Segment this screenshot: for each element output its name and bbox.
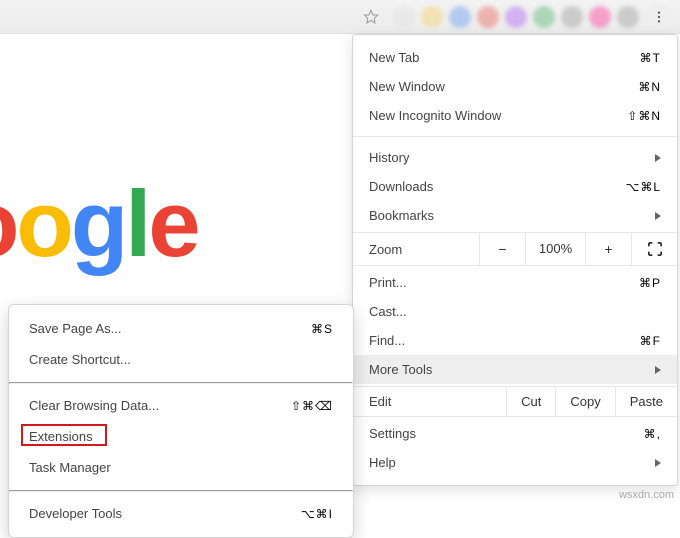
browser-toolbar <box>0 0 680 34</box>
menu-item-new-window[interactable]: New Window ⌘N <box>353 72 677 101</box>
zoom-out-button[interactable]: − <box>479 233 525 265</box>
submenu-caret-icon <box>655 212 661 220</box>
extension-icon[interactable] <box>477 6 499 28</box>
menu-item-find[interactable]: Find... ⌘F <box>353 326 677 355</box>
menu-item-new-tab[interactable]: New Tab ⌘T <box>353 43 677 72</box>
edit-paste-button[interactable]: Paste <box>615 387 677 416</box>
extension-icon[interactable] <box>505 6 527 28</box>
submenu-caret-icon <box>655 154 661 162</box>
menu-item-bookmarks[interactable]: Bookmarks <box>353 201 677 230</box>
watermark: wsxdn.com <box>619 489 674 501</box>
submenu-item-extensions[interactable]: Extensions <box>9 421 353 452</box>
menu-item-history[interactable]: History <box>353 143 677 172</box>
profile-avatar-icon[interactable] <box>617 6 639 28</box>
extension-icon[interactable] <box>449 6 471 28</box>
submenu-item-task-manager[interactable]: Task Manager <box>9 452 353 483</box>
extension-icon[interactable] <box>393 6 415 28</box>
edit-cut-button[interactable]: Cut <box>506 387 555 416</box>
submenu-item-clear-data[interactable]: Clear Browsing Data... ⇧⌘⌫ <box>9 390 353 421</box>
bookmark-star-icon[interactable] <box>360 6 382 28</box>
menu-item-print[interactable]: Print... ⌘P <box>353 268 677 297</box>
submenu-item-save-page[interactable]: Save Page As... ⌘S <box>9 313 353 344</box>
chrome-main-menu: New Tab ⌘T New Window ⌘N New Incognito W… <box>352 34 678 486</box>
more-tools-submenu: Save Page As... ⌘S Create Shortcut... Cl… <box>8 304 354 538</box>
zoom-value: 100% <box>525 233 585 265</box>
kebab-menu-icon[interactable] <box>646 4 672 30</box>
submenu-caret-icon <box>655 459 661 467</box>
menu-item-incognito[interactable]: New Incognito Window ⇧⌘N <box>353 101 677 130</box>
extension-icon[interactable] <box>533 6 555 28</box>
menu-item-cast[interactable]: Cast... <box>353 297 677 326</box>
submenu-item-developer-tools[interactable]: Developer Tools ⌥⌘I <box>9 498 353 529</box>
extension-icon[interactable] <box>561 6 583 28</box>
submenu-item-create-shortcut[interactable]: Create Shortcut... <box>9 344 353 375</box>
zoom-label: Zoom <box>353 235 479 264</box>
edit-label: Edit <box>353 387 506 416</box>
menu-item-more-tools[interactable]: More Tools <box>353 355 677 384</box>
extension-icon[interactable] <box>589 6 611 28</box>
menu-item-downloads[interactable]: Downloads ⌥⌘L <box>353 172 677 201</box>
menu-item-settings[interactable]: Settings ⌘, <box>353 419 677 448</box>
google-logo: oogle <box>0 170 198 278</box>
extension-icon[interactable] <box>421 6 443 28</box>
fullscreen-button[interactable] <box>631 233 677 265</box>
zoom-in-button[interactable]: + <box>585 233 631 265</box>
edit-row: Edit Cut Copy Paste <box>353 386 677 417</box>
zoom-row: Zoom − 100% + <box>353 232 677 266</box>
edit-copy-button[interactable]: Copy <box>555 387 614 416</box>
menu-item-help[interactable]: Help <box>353 448 677 477</box>
submenu-caret-icon <box>655 366 661 374</box>
